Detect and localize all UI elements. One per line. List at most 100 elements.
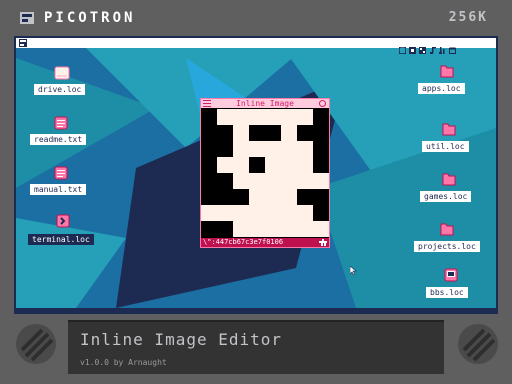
desktop-icon-games[interactable]: games.loc (420, 172, 478, 206)
sprite-icon[interactable] (409, 39, 416, 54)
image-pixel[interactable] (233, 109, 249, 125)
image-pixel[interactable] (297, 205, 313, 221)
image-pixel[interactable] (265, 221, 281, 237)
window-close-icon[interactable] (319, 100, 326, 107)
desktop-icon-label: util.loc (422, 141, 469, 152)
image-pixel[interactable] (313, 173, 329, 189)
image-pixel[interactable] (281, 189, 297, 205)
window-titlebar[interactable]: Inline Image (201, 99, 329, 108)
image-pixel[interactable] (233, 205, 249, 221)
desktop-icon-bbs[interactable]: bbs.loc (426, 268, 476, 302)
image-pixel[interactable] (249, 173, 265, 189)
image-pixel[interactable] (217, 109, 233, 125)
image-pixel[interactable] (265, 109, 281, 125)
image-pixel[interactable] (249, 141, 265, 157)
image-pixel[interactable] (265, 141, 281, 157)
picotron-menu-icon[interactable] (19, 39, 27, 47)
image-pixel[interactable] (297, 221, 313, 237)
image-pixel[interactable] (233, 221, 249, 237)
desktop-icon-readme[interactable]: readme.txt (30, 116, 96, 150)
image-pixel[interactable] (313, 157, 329, 173)
image-pixel[interactable] (233, 173, 249, 189)
image-pixel[interactable] (297, 189, 313, 205)
image-pixel[interactable] (201, 109, 217, 125)
map-icon[interactable] (419, 39, 426, 54)
image-pixel[interactable] (281, 221, 297, 237)
image-pixel[interactable] (313, 205, 329, 221)
image-pixel[interactable] (201, 173, 217, 189)
music-icon[interactable] (429, 39, 436, 54)
desktop-icon-manual[interactable]: manual.txt (30, 166, 96, 200)
image-pixel[interactable] (217, 205, 233, 221)
resize-grip-icon[interactable] (319, 239, 327, 246)
image-pixel[interactable] (313, 109, 329, 125)
desktop-icon-label: manual.txt (30, 184, 87, 195)
image-pixel[interactable] (313, 141, 329, 157)
image-pixel[interactable] (265, 205, 281, 221)
image-pixel[interactable] (313, 125, 329, 141)
image-pixel[interactable] (201, 125, 217, 141)
image-pixel[interactable] (313, 221, 329, 237)
desktop-icon-terminal[interactable]: terminal.loc (28, 214, 98, 248)
image-pixel[interactable] (249, 109, 265, 125)
image-pixel[interactable] (201, 141, 217, 157)
image-pixel[interactable] (249, 157, 265, 173)
image-pixel[interactable] (281, 205, 297, 221)
image-pixel[interactable] (217, 157, 233, 173)
image-pixel[interactable] (313, 189, 329, 205)
image-pixel[interactable] (281, 125, 297, 141)
image-pixel[interactable] (281, 141, 297, 157)
image-pixel[interactable] (233, 141, 249, 157)
desktop-icon-projects[interactable]: projects.loc (414, 222, 486, 256)
image-data-string: \":447cb67c3e7f0106 (203, 238, 284, 246)
image-pixel[interactable] (217, 189, 233, 205)
document-icon (54, 166, 68, 180)
pixel-image-canvas[interactable] (201, 109, 329, 237)
image-pixel[interactable] (201, 189, 217, 205)
image-pixel[interactable] (281, 109, 297, 125)
image-pixel[interactable] (201, 221, 217, 237)
image-pixel[interactable] (297, 109, 313, 125)
image-pixel[interactable] (233, 157, 249, 173)
image-pixel[interactable] (249, 221, 265, 237)
picotron-logo-icon (20, 12, 34, 24)
desktop-icon-drive[interactable]: drive.loc (34, 66, 92, 100)
image-pixel[interactable] (265, 189, 281, 205)
desktop-icon-apps[interactable]: apps.loc (418, 64, 476, 98)
device-top-bar: PICOTRON 256K (14, 6, 498, 28)
image-pixel[interactable] (233, 125, 249, 141)
desktop-icon-label: games.loc (420, 191, 472, 202)
image-pixel[interactable] (265, 125, 281, 141)
image-pixel[interactable] (217, 173, 233, 189)
image-pixel[interactable] (281, 157, 297, 173)
image-pixel[interactable] (265, 173, 281, 189)
image-pixel[interactable] (233, 189, 249, 205)
image-pixel[interactable] (201, 157, 217, 173)
image-pixel[interactable] (217, 221, 233, 237)
sfx-icon[interactable] (439, 39, 446, 54)
image-pixel[interactable] (201, 205, 217, 221)
image-pixel[interactable] (217, 141, 233, 157)
image-pixel[interactable] (249, 125, 265, 141)
image-pixel[interactable] (297, 173, 313, 189)
image-pixel[interactable] (265, 157, 281, 173)
bbs-icon (444, 268, 458, 282)
desktop-icon-util[interactable]: util.loc (422, 122, 480, 156)
top-menubar (16, 38, 496, 55)
image-pixel[interactable] (281, 173, 297, 189)
window-title: Inline Image (236, 99, 294, 108)
window-icon[interactable] (449, 39, 456, 54)
image-pixel[interactable] (217, 125, 233, 141)
image-pixel[interactable] (249, 205, 265, 221)
image-pixel[interactable] (297, 125, 313, 141)
folder-icon (442, 173, 456, 186)
code-icon[interactable] (398, 39, 407, 55)
desktop-screen[interactable]: drive.loc readme.txt manual.txt terminal… (16, 38, 496, 308)
mouse-cursor-icon (350, 266, 357, 275)
speaker-grill-left-icon (16, 324, 56, 364)
memory-size-label: 256K (448, 10, 488, 25)
image-pixel[interactable] (297, 141, 313, 157)
image-pixel[interactable] (297, 157, 313, 173)
inline-image-window[interactable]: Inline Image \":447cb67c3e7f0106 (200, 98, 330, 248)
image-pixel[interactable] (249, 189, 265, 205)
